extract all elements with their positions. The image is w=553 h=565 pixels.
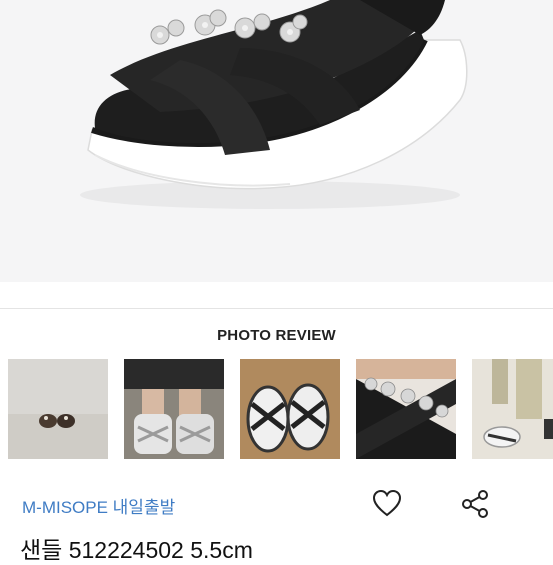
- product-title: 샌들 512224502 5.5cm: [20, 537, 253, 563]
- product-info: M-MISOPE 내일출발 샌들 512224502 5.5cm: [0, 468, 553, 563]
- black-flower-sandal-photo-icon: [356, 359, 456, 459]
- review-thumbnail-5[interactable]: [472, 359, 553, 459]
- white-sandal-on-feet-photo-icon: [124, 359, 224, 459]
- review-thumbnail-2[interactable]: [124, 359, 224, 459]
- photo-review-title: PHOTO REVIEW: [217, 327, 336, 344]
- photo-review-thumbnails: [0, 359, 553, 459]
- sandal-product-image: [80, 0, 468, 209]
- sandal-on-floor-photo-icon: [8, 359, 108, 459]
- photo-review-section: PHOTO REVIEW: [0, 308, 553, 470]
- review-thumbnail-3[interactable]: [240, 359, 340, 459]
- share-icon[interactable]: [458, 487, 492, 521]
- product-hero-image[interactable]: [0, 0, 553, 282]
- review-thumbnail-1[interactable]: [8, 359, 108, 459]
- review-thumbnail-4[interactable]: [356, 359, 456, 459]
- white-sandals-in-hand-photo-icon: [472, 359, 553, 459]
- black-white-sandal-photo-icon: [240, 359, 340, 459]
- heart-icon[interactable]: [370, 487, 404, 521]
- brand-link[interactable]: M-MISOPE 내일출발: [22, 493, 175, 518]
- section-gap: [0, 282, 553, 308]
